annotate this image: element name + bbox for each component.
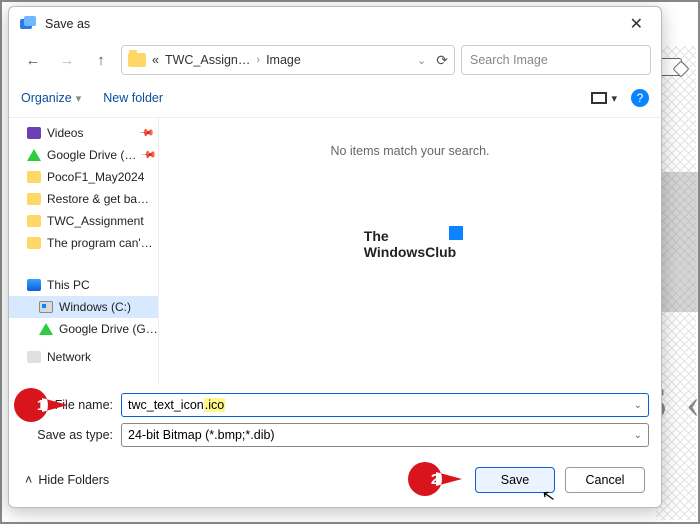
folder-icon [128, 53, 146, 67]
pc-icon [27, 279, 41, 291]
tree-item-gdrive-g[interactable]: Google Drive (G… [9, 318, 158, 340]
nav-up-button[interactable]: ↑ [87, 46, 115, 74]
path-prefix: « [152, 53, 159, 67]
folder-icon [27, 193, 41, 205]
nav-tree: Videos📌 Google Drive (…📌 PocoF1_May2024 … [9, 118, 159, 385]
tree-item-folder[interactable]: PocoF1_May2024 [9, 166, 158, 188]
tree-item-drive-c[interactable]: Windows (C:) [9, 296, 158, 318]
save-as-dialog: Save as ✕ ← → ↑ « TWC_Assign… › Image ⌄ … [8, 6, 662, 508]
gdrive-icon [27, 149, 41, 161]
tree-item-gdrive[interactable]: Google Drive (…📌 [9, 144, 158, 166]
file-list-area: No items match your search. TheWindowsCl… [159, 118, 661, 385]
refresh-button[interactable]: ⟳ [436, 52, 448, 69]
organize-menu[interactable]: Organize▾ [21, 91, 81, 105]
tree-item-videos[interactable]: Videos📌 [9, 122, 158, 144]
drive-icon [39, 301, 53, 313]
chevron-down-icon[interactable]: ⌄ [417, 54, 426, 67]
empty-message: No items match your search. [330, 144, 489, 158]
cancel-button[interactable]: Cancel [565, 467, 645, 493]
network-icon [27, 351, 41, 363]
nav-forward-button[interactable]: → [53, 46, 81, 74]
gdrive-icon [39, 323, 53, 335]
tree-item-folder[interactable]: The program can'… [9, 232, 158, 254]
app-icon [19, 15, 37, 33]
hide-folders-toggle[interactable]: ˄Hide Folders [25, 473, 109, 487]
view-switcher[interactable]: ▾ [591, 92, 617, 105]
folder-icon [27, 215, 41, 227]
breadcrumb-2[interactable]: Image [266, 53, 301, 67]
filename-value: twc_text_icon.ico [128, 398, 225, 412]
titlebar: Save as ✕ [9, 7, 661, 41]
chevron-right-icon: › [256, 54, 260, 66]
tree-item-this-pc[interactable]: This PC [9, 274, 158, 296]
close-button[interactable]: ✕ [622, 10, 651, 38]
breadcrumb-1[interactable]: TWC_Assign… [165, 53, 250, 67]
tree-item-network[interactable]: Network [9, 346, 158, 368]
search-placeholder: Search Image [470, 53, 548, 67]
folder-icon [27, 237, 41, 249]
tree-item-folder[interactable]: TWC_Assignment [9, 210, 158, 232]
dialog-title: Save as [45, 17, 622, 31]
tree-item-folder[interactable]: Restore & get ba… [9, 188, 158, 210]
watermark: TheWindowsClub [364, 228, 456, 260]
annotation-callout-1: 1 [14, 388, 68, 422]
type-label: Save as type: [21, 428, 113, 442]
help-button[interactable]: ? [631, 89, 649, 107]
new-folder-button[interactable]: New folder [103, 91, 163, 105]
pin-icon: 📌 [137, 125, 154, 142]
chevron-up-icon: ˄ [25, 473, 32, 487]
pin-icon: 📌 [140, 147, 157, 164]
chevron-down-icon[interactable]: ⌄ [634, 430, 642, 441]
nav-back-button[interactable]: ← [19, 46, 47, 74]
video-icon [27, 127, 41, 139]
filename-input[interactable]: twc_text_icon.ico ⌄ [121, 393, 649, 417]
type-value: 24-bit Bitmap (*.bmp;*.dib) [128, 428, 275, 442]
breadcrumb-path[interactable]: « TWC_Assign… › Image ⌄ ⟳ [121, 45, 455, 75]
chevron-down-icon[interactable]: ⌄ [634, 400, 642, 411]
folder-icon [27, 171, 41, 183]
annotation-callout-2: 2 [408, 462, 462, 496]
save-type-select[interactable]: 24-bit Bitmap (*.bmp;*.dib) ⌄ [121, 423, 649, 447]
search-input[interactable]: Search Image [461, 45, 651, 75]
